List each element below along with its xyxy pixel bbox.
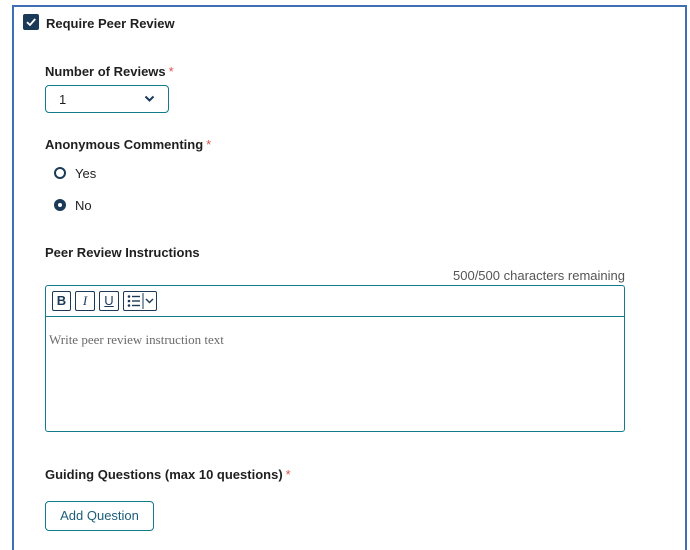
peer-review-instructions-label: Peer Review Instructions <box>45 245 200 260</box>
number-of-reviews-select[interactable]: 1 <box>45 85 169 113</box>
radio-yes-label[interactable]: Yes <box>75 166 96 181</box>
bold-button[interactable]: B <box>52 291 71 311</box>
instructions-editor[interactable]: B I U Write peer review instruction text <box>45 285 625 432</box>
bulleted-list-icon <box>127 293 154 309</box>
add-question-button[interactable]: Add Question <box>45 501 154 531</box>
require-peer-review-label: Require Peer Review <box>46 16 175 31</box>
editor-placeholder: Write peer review instruction text <box>49 332 224 347</box>
chevron-down-icon <box>144 95 155 102</box>
require-peer-review-checkbox[interactable] <box>23 14 39 30</box>
number-of-reviews-value: 1 <box>59 92 67 107</box>
anonymous-commenting-label: Anonymous Commenting * <box>45 137 212 152</box>
italic-button[interactable]: I <box>75 291 95 311</box>
list-dropdown-button[interactable] <box>123 291 157 311</box>
editor-toolbar: B I U <box>46 286 624 317</box>
character-counter: 500/500 characters remaining <box>453 268 625 283</box>
radio-no-label[interactable]: No <box>75 198 92 213</box>
required-asterisk: * <box>285 467 291 482</box>
required-asterisk: * <box>206 137 212 152</box>
checkmark-icon <box>26 18 36 27</box>
radio-no[interactable] <box>54 199 66 211</box>
number-of-reviews-label: Number of Reviews * <box>45 64 174 79</box>
required-asterisk: * <box>168 64 174 79</box>
guiding-questions-label: Guiding Questions (max 10 questions) * <box>45 467 291 482</box>
radio-yes[interactable] <box>54 167 66 179</box>
underline-button[interactable]: U <box>99 291 119 311</box>
